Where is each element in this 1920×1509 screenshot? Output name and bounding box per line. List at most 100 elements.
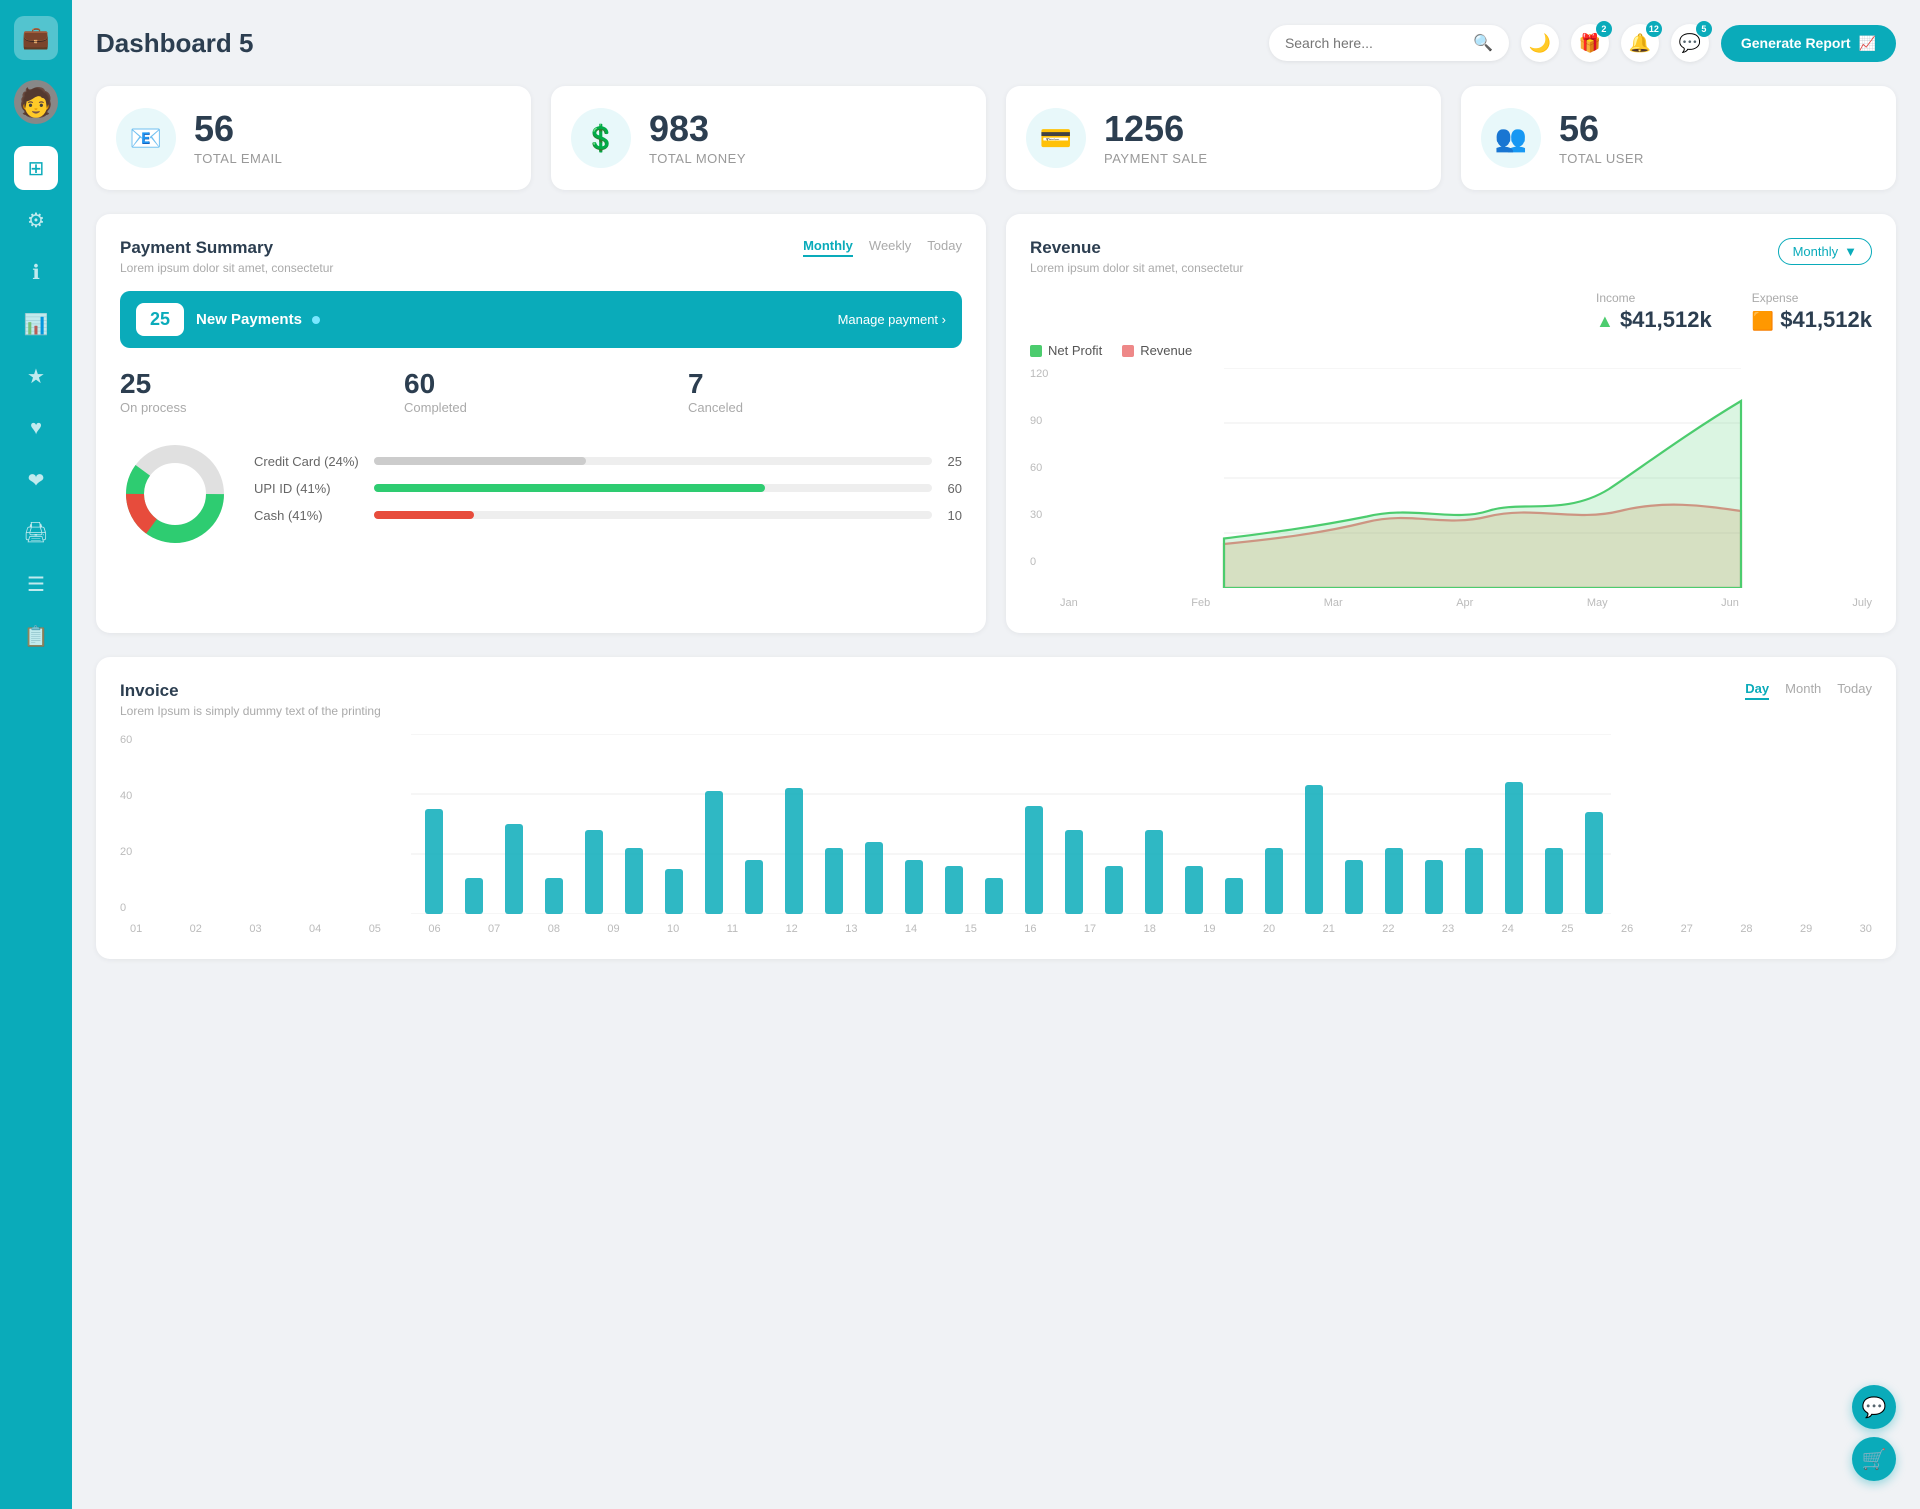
invoice-y-axis: 6040200: [120, 734, 132, 914]
generate-report-button[interactable]: Generate Report 📈: [1721, 25, 1896, 62]
gift-badge: 2: [1596, 21, 1612, 37]
progress-row-credit: Credit Card (24%) 25: [254, 454, 962, 469]
theme-toggle-btn[interactable]: 🌙: [1521, 24, 1559, 62]
revenue-info: Revenue Lorem ipsum dolor sit amet, cons…: [1030, 238, 1243, 275]
stat-info-email: 56 TOTAL EMAIL: [194, 111, 282, 166]
stat-card-payment: 💳 1256 PAYMENT SALE: [1006, 86, 1441, 190]
payment-icon-wrap: 💳: [1026, 108, 1086, 168]
cash-bar: [374, 511, 474, 519]
revenue-label: Revenue: [1140, 343, 1192, 358]
sidebar-item-dashboard[interactable]: ⊞: [14, 146, 58, 190]
sidebar-item-chart[interactable]: 📊: [14, 302, 58, 346]
expense-label: Expense: [1752, 291, 1872, 305]
new-payments-bar: 25 New Payments Manage payment ›: [120, 291, 962, 348]
donut-chart: [120, 439, 230, 549]
sidebar-logo[interactable]: 💼: [14, 16, 58, 60]
email-label: TOTAL EMAIL: [194, 151, 282, 166]
invoice-tab-month[interactable]: Month: [1785, 681, 1821, 700]
gift-btn[interactable]: 🎁 2: [1571, 24, 1609, 62]
tab-monthly[interactable]: Monthly: [803, 238, 853, 257]
area-chart-svg: [1030, 368, 1872, 588]
moon-icon: 🌙: [1529, 33, 1551, 54]
sidebar-item-heart2[interactable]: ❤: [14, 458, 58, 502]
invoice-info: Invoice Lorem Ipsum is simply dummy text…: [120, 681, 381, 718]
search-input[interactable]: [1285, 35, 1465, 51]
user-num: 56: [1559, 111, 1644, 147]
header: Dashboard 5 🔍 🌙 🎁 2 🔔 12 💬 5 Gen: [96, 24, 1896, 62]
sidebar-item-settings[interactable]: ⚙: [14, 198, 58, 242]
payment-num: 1256: [1104, 111, 1208, 147]
money-num: 983: [649, 111, 746, 147]
cart-icon: 🛒: [1862, 1447, 1887, 1472]
new-payments-count: 25: [136, 303, 184, 336]
header-right: 🔍 🌙 🎁 2 🔔 12 💬 5 Generate Report 📈: [1269, 24, 1896, 62]
tab-today[interactable]: Today: [927, 238, 962, 257]
credit-label: Credit Card (24%): [254, 454, 364, 469]
legend-revenue: Revenue: [1122, 343, 1192, 358]
upi-val: 60: [942, 481, 962, 496]
sidebar-item-print[interactable]: 🖨: [14, 510, 58, 554]
avatar[interactable]: 🧑: [14, 80, 58, 124]
manage-payment-link[interactable]: Manage payment ›: [838, 312, 946, 327]
revenue-dropdown[interactable]: Monthly ▼: [1778, 238, 1872, 265]
cart-float-btn[interactable]: 🛒: [1852, 1437, 1896, 1481]
stats-row: 25 On process 60 Completed 7 Canceled: [120, 368, 962, 415]
payment-summary-header: Payment Summary Lorem ipsum dolor sit am…: [120, 238, 962, 275]
completed-stat: 60 Completed: [404, 368, 678, 415]
invoice-tab-today[interactable]: Today: [1837, 681, 1872, 700]
stat-info-money: 983 TOTAL MONEY: [649, 111, 746, 166]
cash-label: Cash (41%): [254, 508, 364, 523]
chat-btn[interactable]: 💬 5: [1671, 24, 1709, 62]
user-icon: 👥: [1495, 123, 1527, 154]
progress-row-upi: UPI ID (41%) 60: [254, 481, 962, 496]
expense-stat: Expense 🟧 $41,512k: [1752, 291, 1872, 333]
income-label: Income: [1596, 291, 1712, 305]
chart-legend: Net Profit Revenue: [1030, 343, 1872, 358]
progress-rows: Credit Card (24%) 25 UPI ID (41%) 60: [254, 454, 962, 535]
email-icon: 📧: [130, 123, 162, 154]
user-label: TOTAL USER: [1559, 151, 1644, 166]
chart-y-axis: 1209060300: [1030, 368, 1048, 568]
canceled-label: Canceled: [688, 400, 962, 415]
sidebar-item-heart[interactable]: ♥: [14, 406, 58, 450]
generate-btn-label: Generate Report: [1741, 35, 1851, 51]
net-profit-area: [1224, 401, 1741, 588]
middle-row: Payment Summary Lorem ipsum dolor sit am…: [96, 214, 1896, 633]
money-icon-wrap: 💲: [571, 108, 631, 168]
stat-card-money: 💲 983 TOTAL MONEY: [551, 86, 986, 190]
sidebar-item-doc[interactable]: 📋: [14, 614, 58, 658]
progress-row-cash: Cash (41%) 10: [254, 508, 962, 523]
payment-summary-card: Payment Summary Lorem ipsum dolor sit am…: [96, 214, 986, 633]
donut-section: Credit Card (24%) 25 UPI ID (41%) 60: [120, 439, 962, 549]
tab-weekly[interactable]: Weekly: [869, 238, 911, 257]
invoice-tab-day[interactable]: Day: [1745, 681, 1769, 700]
sidebar-item-star[interactable]: ★: [14, 354, 58, 398]
donut-svg: [120, 439, 230, 549]
invoice-title: Invoice: [120, 681, 381, 701]
expense-value: 🟧 $41,512k: [1752, 307, 1872, 333]
on-process-num: 25: [120, 368, 394, 400]
income-value: ▲ $41,512k: [1596, 307, 1712, 333]
cash-val: 10: [942, 508, 962, 523]
invoice-tabs: Day Month Today: [1745, 681, 1872, 700]
invoice-bar-chart: [120, 734, 1872, 914]
gift-icon: 🎁: [1579, 33, 1601, 54]
sidebar-item-info[interactable]: ℹ: [14, 250, 58, 294]
payment-summary-title: Payment Summary: [120, 238, 333, 258]
completed-num: 60: [404, 368, 678, 400]
area-chart-wrap: 1209060300 JanFebMarAprMayJunJuly: [1030, 368, 1872, 609]
net-profit-label: Net Profit: [1048, 343, 1102, 358]
revenue-dropdown-label: Monthly: [1793, 244, 1839, 259]
bell-icon: 🔔: [1629, 33, 1651, 54]
chat-badge: 5: [1696, 21, 1712, 37]
bell-btn[interactable]: 🔔 12: [1621, 24, 1659, 62]
upi-label: UPI ID (41%): [254, 481, 364, 496]
stat-info-user: 56 TOTAL USER: [1559, 111, 1644, 166]
support-float-btn[interactable]: 💬: [1852, 1385, 1896, 1429]
net-profit-dot: [1030, 345, 1042, 357]
sidebar-item-list[interactable]: ☰: [14, 562, 58, 606]
invoice-card: Invoice Lorem Ipsum is simply dummy text…: [96, 657, 1896, 959]
credit-val: 25: [942, 454, 962, 469]
revenue-subtitle: Lorem ipsum dolor sit amet, consectetur: [1030, 261, 1243, 275]
money-label: TOTAL MONEY: [649, 151, 746, 166]
